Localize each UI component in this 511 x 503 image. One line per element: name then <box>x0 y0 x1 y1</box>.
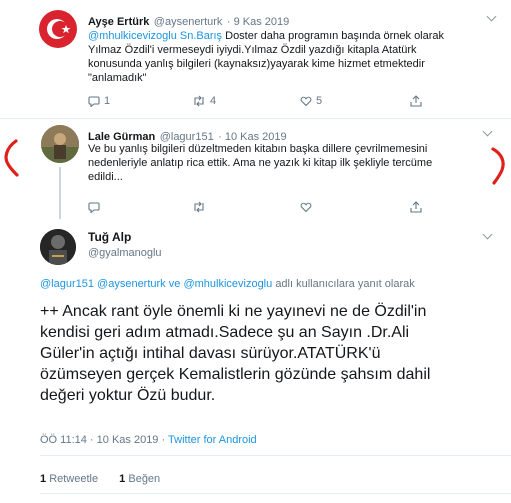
reply-button[interactable]: 1 <box>88 95 192 107</box>
reply-icon <box>88 96 100 107</box>
reply-icon <box>88 202 100 213</box>
tweet-text: "anlamadık" <box>88 72 147 84</box>
like-button[interactable] <box>300 201 410 213</box>
retweet-button[interactable] <box>192 201 300 213</box>
reply-ve: ve <box>168 278 181 290</box>
avatar[interactable] <box>40 229 76 265</box>
mention-link[interactable]: @mhulkicevizoglu <box>183 278 272 290</box>
tweet-aysenerturk: Ayşe Ertürk @aysenerturk · 9 Kas 2019 @m… <box>0 0 511 118</box>
avatar[interactable] <box>39 10 77 48</box>
tweet-lagur151: Lale Gürman @lagur151 · 10 Kas 2019 Ve b… <box>0 119 511 221</box>
retweet-button[interactable]: 4 <box>192 95 300 107</box>
tweet-text: Yılmaz Özdil'i vermeseydi iyiydi.Yılmaz … <box>88 44 417 56</box>
timestamp[interactable]: ÖÖ 11:14 · 10 Kas 2019 · <box>40 434 165 446</box>
share-icon <box>410 201 422 213</box>
tweet-text: Ve bu yanlış bilgileri düzeltmeden kitab… <box>88 143 428 155</box>
reply-count: 1 <box>104 95 111 107</box>
tweet-time[interactable]: · 9 Kas 2019 <box>227 16 289 28</box>
retweets-stat[interactable]: 1 Retweetle <box>40 473 98 485</box>
author-handle[interactable]: @gyalmanoglu <box>88 247 162 259</box>
avatar[interactable] <box>41 125 79 163</box>
mention-link-2[interactable]: Sn.Barış <box>180 30 222 42</box>
tweet-text-block: ++ Ancak rant öyle önemli ki ne yayınevi… <box>40 301 510 406</box>
chevron-down-icon[interactable] <box>482 229 493 240</box>
chevron-down-icon[interactable] <box>486 11 497 22</box>
avatar-photo <box>41 125 79 163</box>
author-name[interactable]: Tuğ Alp <box>88 230 162 244</box>
author-name[interactable]: Ayşe Ertürk <box>88 16 149 28</box>
tweet-text: değeri yoktur Özü budur. <box>40 387 216 404</box>
heart-icon <box>300 202 312 213</box>
mention-link[interactable]: @mhulkicevizoglu <box>88 30 177 42</box>
avatar-photo <box>40 229 76 265</box>
tweet-text: kendisi geri adım atmadı.Sadece şu an Sa… <box>40 324 410 341</box>
like-button[interactable]: 5 <box>300 95 410 107</box>
author-handle[interactable]: @aysenerturk <box>154 16 223 28</box>
tweet-text: edildi... <box>88 171 123 183</box>
thread-line <box>59 167 61 219</box>
retweet-count: 4 <box>210 95 217 107</box>
turkish-flag-icon <box>47 19 71 39</box>
mention-link[interactable]: @aysenerturk <box>97 278 166 290</box>
share-button[interactable] <box>410 95 422 107</box>
likes-stat[interactable]: 1 Beğen <box>119 473 160 485</box>
retweet-icon <box>194 95 204 107</box>
chevron-down-icon[interactable] <box>482 126 493 137</box>
tweet-stats: 1 Retweetle 1 Beğen <box>40 473 160 485</box>
reply-suffix: adlı kullanıcılara yanıt olarak <box>275 278 415 290</box>
source-link[interactable]: Twitter for Android <box>168 434 257 446</box>
mention-link[interactable]: @lagur151 <box>40 278 94 290</box>
tweet-actions <box>88 201 422 213</box>
tweet-text: Güler'in açtığı intihal davası sürüyor.A… <box>40 345 381 362</box>
tweet-text: özümseyen gerçek Kemalistlerin gözünde ş… <box>40 366 431 383</box>
like-count: 5 <box>316 95 323 107</box>
tweet-actions: 1 4 5 <box>88 95 422 107</box>
tweet-text: ++ Ancak rant öyle önemli ki ne yayınevi… <box>40 303 427 320</box>
tweet-text: nedenleriyle anlatıp rica ettik. Ama ne … <box>88 157 433 169</box>
share-button[interactable] <box>410 201 422 213</box>
red-bracket-right <box>491 147 505 185</box>
tweet-text: Doster daha programın başında örnek olar… <box>225 30 445 42</box>
share-icon <box>410 95 422 107</box>
tweet-gyalmanoglu: Tuğ Alp @gyalmanoglu @lagur151 @aysenert… <box>0 221 511 503</box>
divider <box>40 455 511 456</box>
reply-context: @lagur151 @aysenerturk ve @mhulkicevizog… <box>40 278 415 290</box>
reply-button[interactable] <box>88 201 192 213</box>
heart-icon <box>300 96 312 107</box>
retweet-icon <box>194 201 204 213</box>
red-bracket-left <box>4 139 19 177</box>
divider <box>40 493 511 494</box>
tweet-text: konusunda yanlış bilgileri (kaynaksız)ya… <box>88 58 425 70</box>
